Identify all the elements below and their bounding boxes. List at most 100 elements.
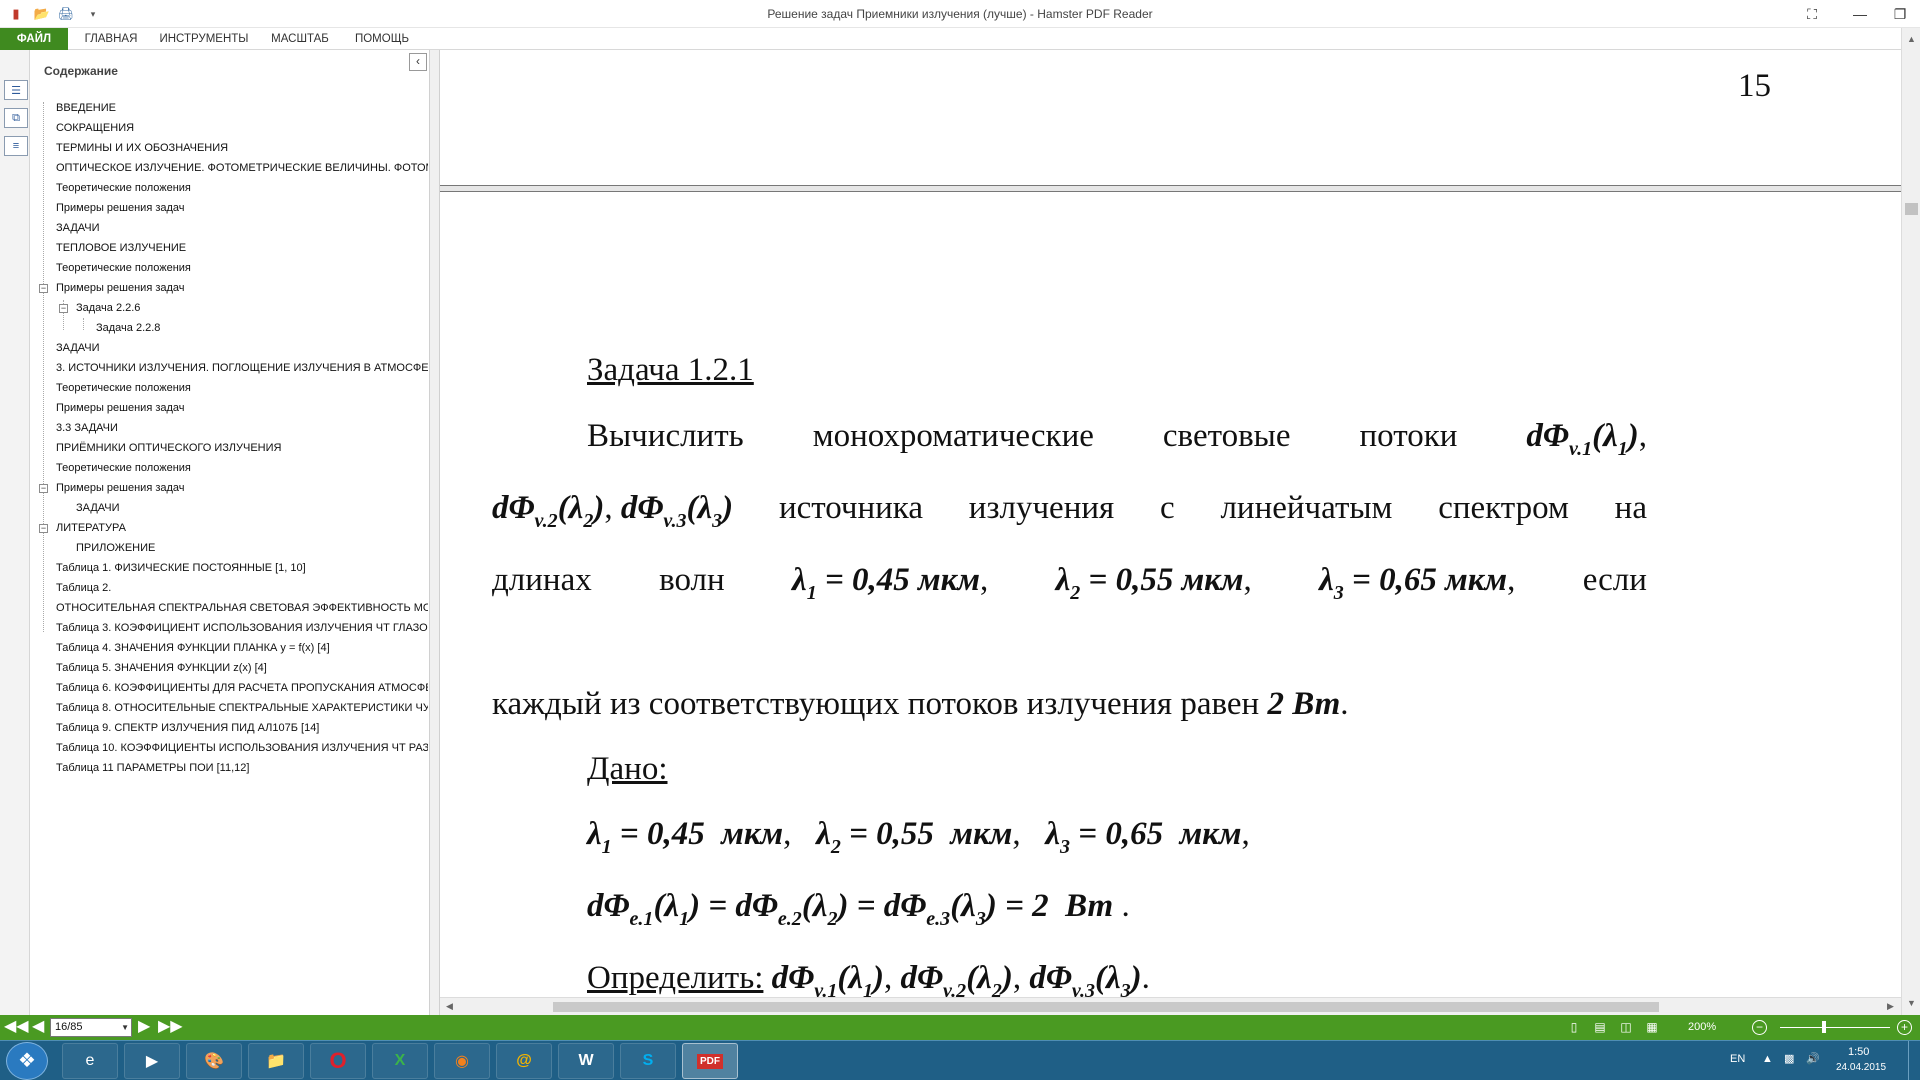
fullscreen-icon[interactable]: ⛶ xyxy=(1792,2,1832,26)
vertical-scroll-thumb[interactable] xyxy=(1905,203,1918,215)
zoom-out-icon[interactable]: − xyxy=(1752,1020,1767,1035)
toc-item[interactable]: ОТНОСИТЕЛЬНАЯ СПЕКТРАЛЬНАЯ СВЕТОВАЯ ЭФФЕ… xyxy=(56,599,428,617)
toc-item[interactable]: Таблица 6. КОЭФФИЦИЕНТЫ ДЛЯ РАСЧЕТА ПРОП… xyxy=(56,679,428,697)
menu-help[interactable]: ПОМОЩЬ xyxy=(350,28,414,50)
tree-expand-toggle[interactable]: − xyxy=(39,484,48,493)
menu-home[interactable]: ГЛАВНАЯ xyxy=(80,28,142,50)
toc-item[interactable]: Теоретические положения xyxy=(56,259,191,277)
scroll-right-icon[interactable]: ▶ xyxy=(1887,1001,1894,1012)
tree-expand-toggle[interactable]: − xyxy=(59,304,68,313)
toc-item[interactable]: Примеры решения задач xyxy=(56,199,185,217)
horizontal-scrollbar[interactable]: ◀ ▶ xyxy=(440,997,1901,1015)
zoom-in-icon[interactable]: + xyxy=(1897,1020,1912,1035)
skype-icon[interactable]: S xyxy=(620,1043,676,1079)
scroll-up-icon[interactable]: ▲ xyxy=(1907,34,1916,44)
network-icon[interactable]: ▩ xyxy=(1784,1052,1794,1065)
page-dropdown-icon[interactable]: ▼ xyxy=(121,1019,129,1036)
toc-item[interactable]: ЗАДАЧИ xyxy=(76,499,120,517)
toc-item[interactable]: ПРИЁМНИКИ ОПТИЧЕСКОГО ИЗЛУЧЕНИЯ xyxy=(56,439,281,457)
page-separator xyxy=(440,185,1901,192)
menu-zoom[interactable]: МАСШТАБ xyxy=(266,28,334,50)
start-button-icon[interactable]: ❖ xyxy=(6,1042,48,1080)
toc-item[interactable]: ОПТИЧЕСКОЕ ИЗЛУЧЕНИЕ. ФОТОМЕТРИЧЕСКИЕ ВЕ… xyxy=(56,159,428,177)
two-page-view-icon[interactable]: ◫ xyxy=(1618,1020,1634,1035)
firefox-icon[interactable]: ◉ xyxy=(434,1043,490,1079)
toc-item[interactable]: Теоретические положения xyxy=(56,379,191,397)
toc-item[interactable]: Таблица 10. КОЭФФИЦИЕНТЫ ИСПОЛЬЗОВАНИЯ И… xyxy=(56,739,428,757)
toc-item[interactable]: ПРИЛОЖЕНИЕ xyxy=(76,539,155,557)
problem-line-3: длинах волн λ1 = 0,45 мкм, λ2 = 0,55 мкм… xyxy=(492,562,1647,604)
toc-item[interactable]: 3. ИСТОЧНИКИ ИЗЛУЧЕНИЯ. ПОГЛОЩЕНИЕ ИЗЛУЧ… xyxy=(56,359,428,377)
opera-icon[interactable]: O xyxy=(310,1043,366,1079)
excel-icon[interactable]: X xyxy=(372,1043,428,1079)
collapse-panel-icon[interactable]: ‹ xyxy=(409,53,427,71)
mail-agent-icon[interactable]: @ xyxy=(496,1043,552,1079)
find-line: Определить: dΦv.1(λ1), dΦv.2(λ2), dΦv.3(… xyxy=(587,960,1150,997)
toc-item[interactable]: ВВЕДЕНИЕ xyxy=(56,99,116,117)
thumbnails-panel-icon[interactable]: ⧉ xyxy=(4,108,28,128)
tree-expand-toggle[interactable]: − xyxy=(39,284,48,293)
two-page-continuous-view-icon[interactable]: ▦ xyxy=(1644,1020,1660,1035)
given-label: Дано: xyxy=(587,751,668,787)
internet-explorer-icon[interactable]: e xyxy=(62,1043,118,1079)
clock-time[interactable]: 1:50 xyxy=(1848,1046,1869,1058)
document-view[interactable]: 15 Задача 1.2.1 Вычислить монохроматичес… xyxy=(440,50,1901,997)
toc-item[interactable]: Теоретические положения xyxy=(56,179,191,197)
paint-icon[interactable]: 🎨 xyxy=(186,1043,242,1079)
toc-item[interactable]: Таблица 9. СПЕКТР ИЗЛУЧЕНИЯ ПИД АЛ107Б [… xyxy=(56,719,319,737)
last-page-icon[interactable]: ▶▶ xyxy=(158,1019,183,1035)
menu-tools[interactable]: ИНСТРУМЕНТЫ xyxy=(158,28,250,50)
previous-page-icon[interactable]: ◀ xyxy=(32,1019,44,1035)
toc-item[interactable]: Теоретические положения xyxy=(56,459,191,477)
clock-date[interactable]: 24.04.2015 xyxy=(1836,1062,1886,1073)
pdf-reader-taskbar-icon[interactable]: PDF xyxy=(682,1043,738,1079)
toc-item[interactable]: Таблица 8. ОТНОСИТЕЛЬНЫЕ СПЕКТРАЛЬНЫЕ ХА… xyxy=(56,699,428,717)
title-bar: ▮ 📂 🖨 ▾ Решение задач Приемники излучени… xyxy=(0,0,1920,28)
scroll-down-icon[interactable]: ▼ xyxy=(1907,998,1916,1008)
toc-item[interactable]: 3.3 ЗАДАЧИ xyxy=(56,419,118,437)
toc-item[interactable]: Таблица 11 ПАРАМЕТРЫ ПОИ [11,12] xyxy=(56,759,249,777)
show-desktop-button[interactable] xyxy=(1908,1041,1918,1080)
volume-icon[interactable]: 🔊 xyxy=(1806,1052,1820,1065)
toc-item[interactable]: ТЕРМИНЫ И ИХ ОБОЗНАЧЕНИЯ xyxy=(56,139,228,157)
toc-item[interactable]: Примеры решения задач xyxy=(56,279,185,297)
single-page-view-icon[interactable]: ▯ xyxy=(1566,1020,1582,1035)
toc-item[interactable]: Таблица 4. ЗНАЧЕНИЯ ФУНКЦИИ ПЛАНКА y = f… xyxy=(56,639,330,657)
vertical-scrollbar[interactable]: ▲ ▼ xyxy=(1901,28,1920,1015)
toc-item[interactable]: Примеры решения задач xyxy=(56,399,185,417)
continuous-view-icon[interactable]: ▤ xyxy=(1592,1020,1608,1035)
toc-item[interactable]: ЗАДАЧИ xyxy=(56,219,100,237)
file-explorer-icon[interactable]: 📁 xyxy=(248,1043,304,1079)
toc-item[interactable]: СОКРАЩЕНИЯ xyxy=(56,119,134,137)
status-bar: ◀◀ ◀ 16/85 ▼ ▶ ▶▶ ▯ ▤ ◫ ▦ 200% − + xyxy=(0,1015,1920,1040)
minimize-icon[interactable]: — xyxy=(1840,2,1880,26)
media-player-icon[interactable]: ▶ xyxy=(124,1043,180,1079)
tree-expand-toggle[interactable]: − xyxy=(39,524,48,533)
language-indicator[interactable]: EN xyxy=(1730,1053,1745,1065)
first-page-icon[interactable]: ◀◀ xyxy=(4,1019,29,1035)
tray-expand-icon[interactable]: ▲ xyxy=(1762,1053,1773,1065)
horizontal-scroll-thumb[interactable] xyxy=(553,1002,1659,1012)
bookmarks-panel-icon[interactable]: ☰ xyxy=(4,80,28,100)
toc-item[interactable]: Таблица 1. ФИЗИЧЕСКИЕ ПОСТОЯННЫЕ [1, 10] xyxy=(56,559,306,577)
toc-item[interactable]: Примеры решения задач xyxy=(56,479,185,497)
problem-line-2: dΦv.2(λ2), dΦv.3(λ3) источника излучения… xyxy=(492,490,1647,532)
scroll-left-icon[interactable]: ◀ xyxy=(446,1001,453,1012)
panel-splitter[interactable] xyxy=(430,50,440,1015)
zoom-slider-handle[interactable] xyxy=(1822,1021,1826,1033)
toc-item[interactable]: ЗАДАЧИ xyxy=(56,339,100,357)
page-number-field[interactable]: 16/85 ▼ xyxy=(50,1018,132,1037)
toc-item[interactable]: ТЕПЛОВОЕ ИЗЛУЧЕНИЕ xyxy=(56,239,186,257)
next-page-icon[interactable]: ▶ xyxy=(138,1019,150,1035)
outline-panel-icon[interactable]: ≡ xyxy=(4,136,28,156)
toc-item[interactable]: Задача 2.2.6 xyxy=(76,299,140,317)
menu-file[interactable]: ФАЙЛ xyxy=(0,28,68,50)
toc-item[interactable]: Таблица 2. xyxy=(56,579,111,597)
restore-icon[interactable]: ❐ xyxy=(1880,2,1920,26)
word-icon[interactable]: W xyxy=(558,1043,614,1079)
toc-item[interactable]: Таблица 5. ЗНАЧЕНИЯ ФУНКЦИИ z(x) [4] xyxy=(56,659,267,677)
toc-item[interactable]: Таблица 3. КОЭФФИЦИЕНТ ИСПОЛЬЗОВАНИЯ ИЗЛ… xyxy=(56,619,428,637)
toc-item[interactable]: ЛИТЕРАТУРА xyxy=(56,519,126,537)
zoom-slider[interactable] xyxy=(1780,1027,1890,1028)
toc-item[interactable]: Задача 2.2.8 xyxy=(96,319,160,337)
